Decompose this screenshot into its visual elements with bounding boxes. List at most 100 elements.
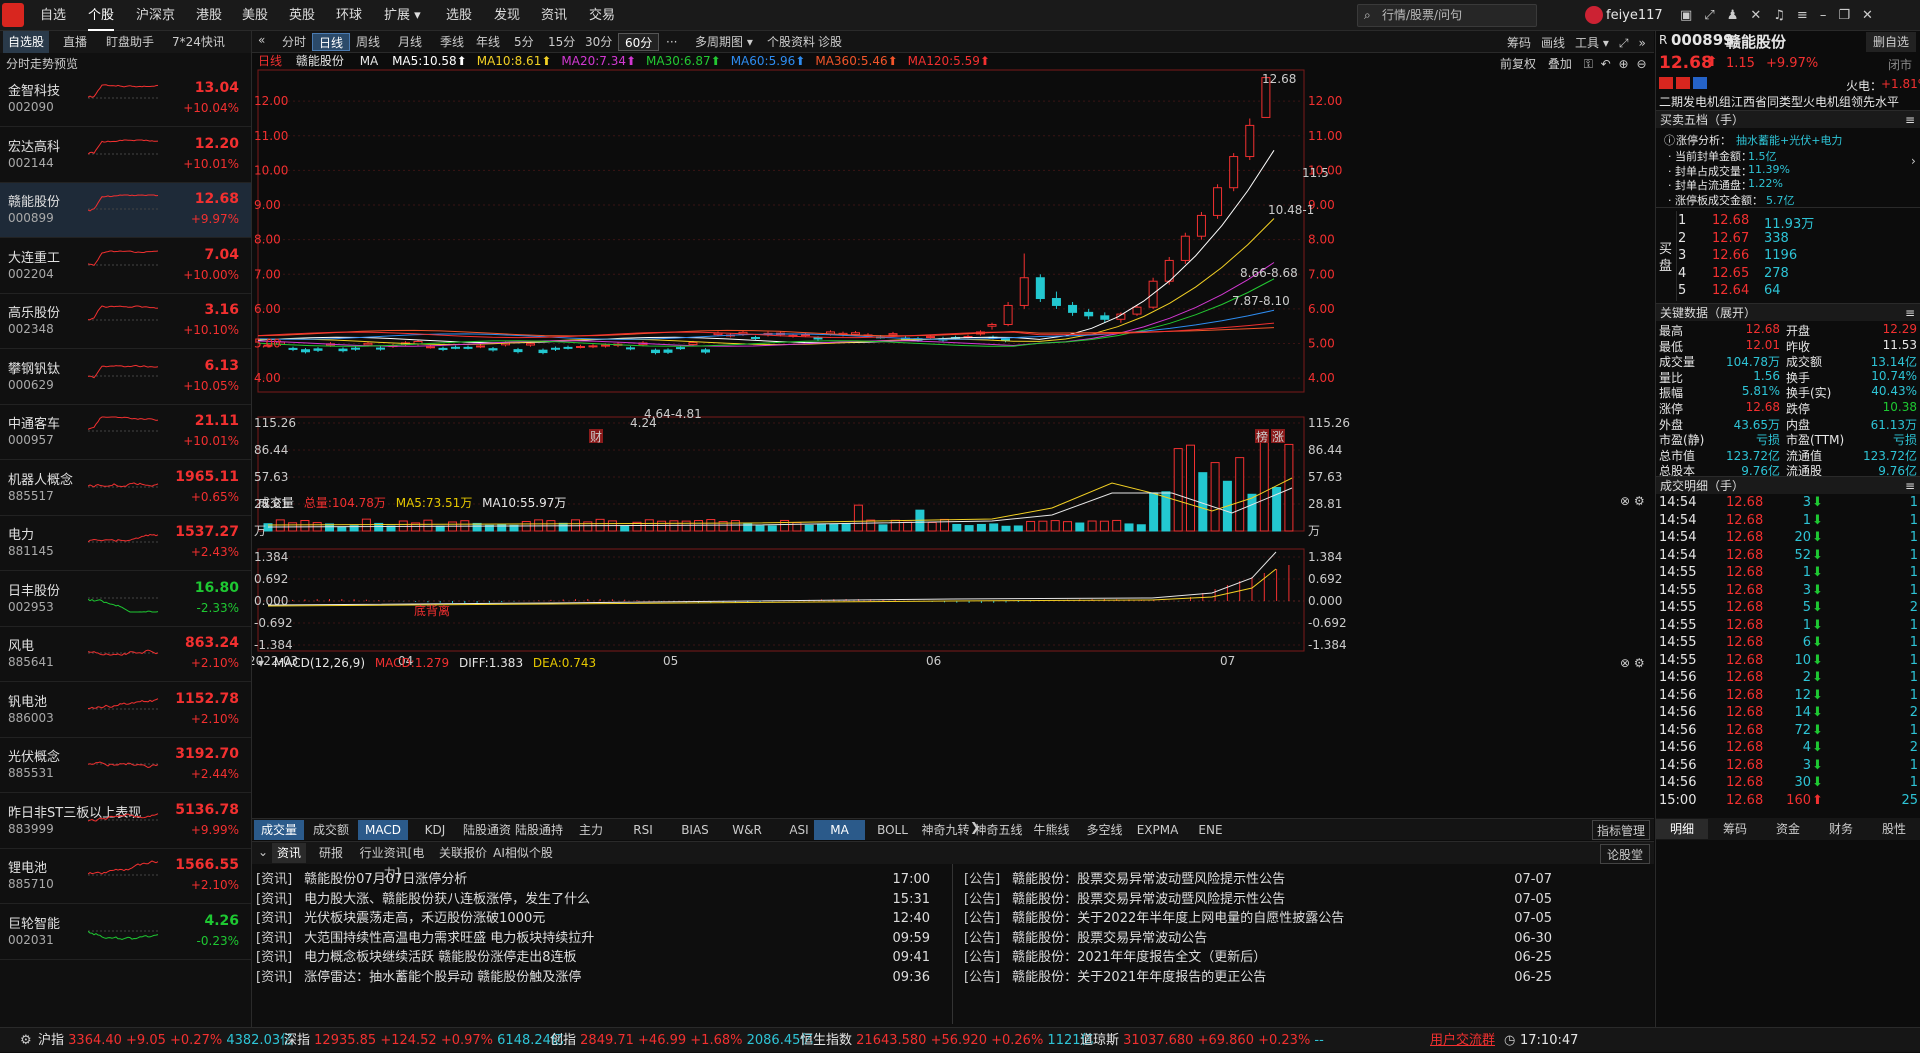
gear-icon[interactable]: ⚙ xyxy=(20,1028,32,1053)
nav-8[interactable]: 选股 xyxy=(446,0,472,31)
remove-watch-button[interactable]: 删自选 xyxy=(1866,32,1916,52)
ma-legend-item[interactable]: MA20:7.34⬆ xyxy=(561,54,636,68)
news-tab-2[interactable]: 行业资讯[电力] xyxy=(352,843,432,880)
notice-item[interactable]: [公告] 赣能股份：关于2021年年度报告的更正公告 06-25 xyxy=(964,966,1654,990)
vip-icon[interactable]: ▣ xyxy=(1680,8,1704,23)
menu-icon[interactable]: ≡ xyxy=(1797,8,1820,23)
overlay-tab-6[interactable]: EXPMA xyxy=(1132,820,1183,840)
period-tab-0[interactable]: 分时 xyxy=(276,33,312,51)
detail-tab-3[interactable]: 财务 xyxy=(1815,819,1867,839)
close-panel-icon[interactable]: ⊗ xyxy=(1620,494,1630,508)
news-tab-0[interactable]: 资讯 xyxy=(272,843,306,863)
app-logo[interactable] xyxy=(2,3,24,27)
nav-5[interactable]: 英股 xyxy=(289,0,315,31)
nav-2[interactable]: 沪深京 xyxy=(136,0,175,31)
period-tab-10[interactable]: ··· xyxy=(660,33,683,51)
period-tab-11[interactable]: 多周期图 ▾ xyxy=(689,33,759,51)
bell-icon[interactable]: ♫ xyxy=(1773,8,1797,23)
undo-icon[interactable]: ↶ xyxy=(1601,57,1611,71)
menu-icon[interactable]: ≡ xyxy=(1905,304,1915,322)
nav-10[interactable]: 资讯 xyxy=(541,0,567,31)
collapse-left-icon[interactable]: « xyxy=(258,33,265,47)
collapse-icon[interactable]: ▾ xyxy=(258,656,264,670)
search-input[interactable]: ⌕ 行情/股票/问句 xyxy=(1357,4,1537,27)
indicator-tab-5[interactable]: 陆股通持股 xyxy=(514,820,564,857)
watchlist-item[interactable]: 昨日非ST三板以上表现 883999 5136.78 +9.99% xyxy=(0,794,251,849)
zoom-in-icon[interactable]: ⊕ xyxy=(1619,57,1629,71)
collapse-news-icon[interactable]: ⌄ xyxy=(258,845,268,859)
period-tab-13[interactable]: 诊股 xyxy=(812,33,848,51)
tool-1[interactable]: 画线 xyxy=(1541,36,1565,50)
menu-icon[interactable]: ≡ xyxy=(1905,111,1915,129)
period-tab-2[interactable]: 周线 xyxy=(350,33,386,51)
period-tab-3[interactable]: 月线 xyxy=(392,33,428,51)
watchlist-item[interactable]: 攀钢钒钛 000629 6.13 +10.05% xyxy=(0,350,251,405)
period-tab-9[interactable]: 60分 xyxy=(618,33,660,51)
watchlist-item[interactable]: 巨轮智能 002031 4.26 -0.23% xyxy=(0,905,251,960)
watchlist-item[interactable]: 大连重工 002204 7.04 +10.00% xyxy=(0,239,251,294)
news-item[interactable]: [资讯] 涨停雷达：抽水蓄能个股异动 赣能股份触及涨停 09:36 xyxy=(256,966,946,990)
period-tab-1[interactable]: 日线 xyxy=(312,33,351,51)
index-item[interactable]: 道琼斯 31037.680 +69.860 +0.23% -- xyxy=(1080,1028,1324,1053)
watchlist-item[interactable]: 赣能股份 000899 12.68 +9.97% xyxy=(0,183,251,238)
ma-legend-item[interactable]: MA60:5.96⬆ xyxy=(731,54,806,68)
forum-button[interactable]: 论股堂 xyxy=(1600,844,1650,864)
left-tab-0[interactable]: 自选股 xyxy=(3,31,50,53)
watchlist-item[interactable]: 日丰股份 002953 16.80 -2.33% xyxy=(0,572,251,627)
menu-icon[interactable]: ≡ xyxy=(1905,477,1915,495)
nav-3[interactable]: 港股 xyxy=(196,0,222,31)
period-tab-6[interactable]: 5分 xyxy=(508,33,540,51)
watchlist-item[interactable]: 风电 885641 863.24 +2.10% xyxy=(0,627,251,682)
indicator-tab-6[interactable]: 主力 xyxy=(566,820,616,840)
index-item[interactable]: 深指 12935.85 +124.52 +0.97% 6148.24亿 xyxy=(284,1028,564,1053)
overlay-tab-3[interactable]: 神奇五线谱 xyxy=(973,820,1024,857)
avatar[interactable] xyxy=(1585,6,1603,24)
overlay-tab-0[interactable]: MA xyxy=(814,820,865,840)
ma-legend-item[interactable]: MA360:5.46⬆ xyxy=(815,54,897,68)
tool-2[interactable]: 工具 ▾ xyxy=(1575,36,1609,50)
indicator-tab-4[interactable]: 陆股通资金 xyxy=(462,820,512,857)
watchlist-item[interactable]: 电力 881145 1537.27 +2.43% xyxy=(0,516,251,571)
watchlist-item[interactable]: 宏达高科 002144 12.20 +10.01% xyxy=(0,128,251,183)
tool-0[interactable]: 筹码 xyxy=(1507,36,1531,50)
overlay-tab-7[interactable]: ENE xyxy=(1185,820,1236,840)
watchlist-item[interactable]: 锂电池 885710 1566.55 +2.10% xyxy=(0,849,251,904)
detail-tab-1[interactable]: 筹码 xyxy=(1709,819,1761,839)
ma-legend-item[interactable]: MA5:10.58⬆ xyxy=(392,54,467,68)
indicator-tab-2[interactable]: MACD xyxy=(358,820,408,840)
period-tab-4[interactable]: 季线 xyxy=(434,33,470,51)
left-tab-3[interactable]: 7*24快讯 xyxy=(167,31,230,53)
index-item[interactable]: 创指 2849.71 +46.99 +1.68% 2086.45亿 xyxy=(550,1028,813,1053)
period-tab-5[interactable]: 年线 xyxy=(470,33,506,51)
indicator-manage-button[interactable]: 指标管理 xyxy=(1592,820,1650,840)
detail-tab-0[interactable]: 明细 xyxy=(1656,819,1708,839)
tools-icon[interactable]: ✕ xyxy=(1750,8,1773,23)
sector-label[interactable]: 火电： xyxy=(1846,77,1882,94)
index-item[interactable]: 恒生指数 21643.580 +56.920 +0.26% 1121亿 xyxy=(800,1028,1094,1053)
kline-chart[interactable]: 12.00 12.0011.00 11.0010.00 10.009.00 9.008.… xyxy=(252,53,1654,673)
nav-7[interactable]: 扩展 ▾ xyxy=(384,0,421,31)
fq-button[interactable]: 前复权 xyxy=(1500,57,1536,71)
watchlist-item[interactable]: 金智科技 002090 13.04 +10.04% xyxy=(0,72,251,127)
left-tab-1[interactable]: 直播 xyxy=(58,31,92,53)
expand-right-icon[interactable]: » xyxy=(1638,36,1645,50)
restore-icon[interactable]: ❐ xyxy=(1838,8,1862,23)
overlay-tab-2[interactable]: 神奇九转 xyxy=(920,820,971,840)
left-tab-2[interactable]: 盯盘助手 xyxy=(101,31,159,53)
watchlist-item[interactable]: 光伏概念 885531 3192.70 +2.44% xyxy=(0,738,251,793)
watchlist-item[interactable]: 高乐股份 002348 3.16 +10.10% xyxy=(0,294,251,349)
indicator-tab-0[interactable]: 成交量 xyxy=(254,820,304,840)
watchlist-item[interactable]: 机器人概念 885517 1965.11 +0.65% xyxy=(0,461,251,516)
watchlist-item[interactable]: 钒电池 886003 1152.78 +2.10% xyxy=(0,683,251,738)
macd-settings-icon[interactable]: ⚙ xyxy=(1634,656,1645,670)
indicator-tab-1[interactable]: 成交额 xyxy=(306,820,356,840)
nav-11[interactable]: 交易 xyxy=(589,0,615,31)
skin-icon[interactable]: ♟ xyxy=(1727,8,1751,23)
nav-1[interactable]: 个股 xyxy=(88,0,115,31)
lock-icon[interactable]: ⚿ xyxy=(1584,57,1593,71)
key-data-header[interactable]: 关键数据（展开） ≡ xyxy=(1656,303,1920,321)
username[interactable]: feiye117 xyxy=(1606,0,1663,31)
ma-legend-item[interactable]: MA10:8.61⬆ xyxy=(477,54,552,68)
index-item[interactable]: 沪指 3364.40 +9.05 +0.27% 4382.03亿 xyxy=(38,1028,293,1053)
ma-legend-item[interactable]: MA30:6.87⬆ xyxy=(646,54,721,68)
